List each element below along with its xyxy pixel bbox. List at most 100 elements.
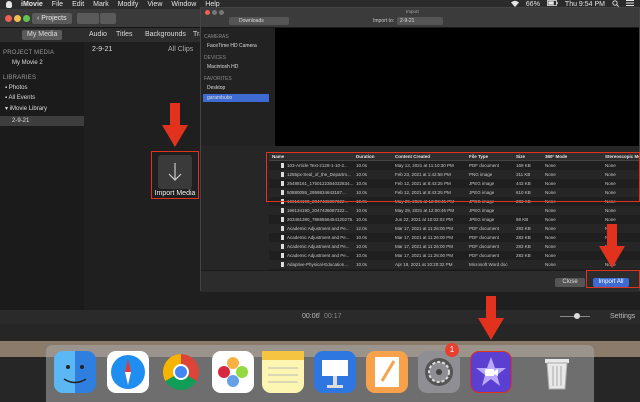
close-button[interactable]: Close <box>555 278 585 287</box>
sidebar-item-facetime-camera[interactable]: FaceTime HD Camera <box>207 43 275 49</box>
file-icon <box>281 262 284 267</box>
tab-backgrounds[interactable]: Backgrounds <box>140 30 191 40</box>
cell-file-type: PDF document <box>469 235 500 240</box>
total-time: 00:17 <box>324 313 342 320</box>
cell-mode-360: None <box>545 226 556 231</box>
selected-files-highlight <box>266 152 640 202</box>
trash-icon[interactable] <box>536 351 578 393</box>
notification-badge: 1 <box>445 343 459 357</box>
sidebar-item-all-events[interactable]: ▪ All Events <box>5 95 84 101</box>
minimize-window-icon[interactable] <box>14 15 21 22</box>
cameras-header: CAMERAS <box>204 34 229 40</box>
pages-icon[interactable] <box>366 351 408 393</box>
sidebar-item-event[interactable]: 2-9-21 <box>0 116 84 126</box>
menu-modify[interactable]: Modify <box>118 0 139 9</box>
import-to-dropdown[interactable]: 2-9-21 <box>397 17 443 25</box>
projects-button[interactable]: ‹ Projects <box>32 13 72 24</box>
sidebar-item-macintosh-hd[interactable]: Macintosh HD <box>207 64 275 70</box>
cell-mode-360: None <box>545 235 556 240</box>
cell-content-created: Jun 22, 2021 at 10:02:02 PM <box>395 217 453 222</box>
cell-duration: 10.0s <box>356 253 368 258</box>
cell-file-name: Adaptive-Physical-Education... <box>287 262 349 267</box>
cell-file-name: 166134190_2047436087322... <box>287 208 349 213</box>
imovie-icon[interactable] <box>470 351 512 393</box>
menu-mark[interactable]: Mark <box>93 0 109 9</box>
import-dialog: Import Downloads Import to: 2-9-21 CAMER… <box>200 7 640 292</box>
table-row[interactable]: 203491380_7869556454120275...64130113448… <box>269 215 640 224</box>
cell-file-name: Academic Adjustment and Pe... <box>287 253 350 258</box>
safari-icon[interactable] <box>107 351 149 393</box>
menu-view[interactable]: View <box>147 0 162 9</box>
import-media-highlight: Import Media <box>151 151 199 199</box>
file-icon <box>281 226 284 231</box>
cell-mode-360: None <box>545 262 556 267</box>
cell-size: 283 KB <box>516 235 531 240</box>
system-preferences-icon[interactable] <box>418 351 460 393</box>
sidebar-item-photos[interactable]: ▪ Photos <box>5 85 84 91</box>
cell-stereoscopic-mode: None <box>605 208 616 213</box>
project-media-header: PROJECT MEDIA <box>3 50 55 56</box>
cell-file-name: Academic Adjustment and Pe... <box>287 226 350 231</box>
keynote-icon[interactable] <box>314 351 356 393</box>
screen: iMovie File Edit Mark Modify View Window… <box>0 0 640 402</box>
favorites-header: FAVORITES <box>204 76 232 82</box>
table-row[interactable]: Academic Adjustment and Pe... 10.0s Mar 17… <box>269 251 640 260</box>
table-row[interactable]: Academic Adjustment and Pe... 10.0s Mar 17… <box>269 242 640 251</box>
import-dialog-titlebar: Import Downloads Import to: 2-9-21 <box>201 8 639 28</box>
sidebar-item-imovie-library[interactable]: ▾ iMovie Library <box>5 105 84 112</box>
tab-audio[interactable]: Audio <box>84 30 112 40</box>
timeline-toolbar: 00:06 / 00:17 Settings <box>0 310 640 324</box>
devices-header: DEVICES <box>204 55 226 61</box>
file-icon <box>281 208 284 213</box>
location-dropdown[interactable]: Downloads <box>229 17 289 25</box>
menu-file[interactable]: File <box>52 0 63 9</box>
menu-imovie[interactable]: iMovie <box>21 0 43 9</box>
cell-file-type: PDF document <box>469 226 500 231</box>
tab-my-media[interactable]: My Media <box>22 30 63 40</box>
cell-duration: 10.0s <box>356 262 368 267</box>
menu-window[interactable]: Window <box>171 0 196 9</box>
table-row[interactable]: Academic Adjustment and Pe... 12.0s Mar 17… <box>269 224 640 233</box>
menu-edit[interactable]: Edit <box>72 0 84 9</box>
cell-content-created: Mar 17, 2021 at 11:26:00 PM <box>395 226 453 231</box>
sidebar-item-desktop[interactable]: Desktop <box>207 85 275 91</box>
zoom-window-icon[interactable] <box>23 15 30 22</box>
notes-icon[interactable] <box>262 351 304 393</box>
chrome-icon[interactable] <box>160 351 202 393</box>
cell-content-created: Mar 17, 2021 at 11:26:00 PM <box>395 253 453 258</box>
current-time: 00:06 <box>302 313 320 320</box>
cell-file-type: JPEG image <box>469 208 495 213</box>
import-toolbar-button[interactable] <box>100 13 116 24</box>
dialog-minimize-icon[interactable] <box>212 10 217 15</box>
close-window-icon[interactable] <box>5 15 12 22</box>
table-row[interactable]: Academic Adjustment and Pe... 10.0s Mar 17… <box>269 233 640 242</box>
red-arrow-annotation <box>162 103 188 147</box>
photos-icon[interactable] <box>212 351 254 393</box>
import-media-button[interactable] <box>158 155 192 189</box>
finder-icon[interactable] <box>54 351 96 393</box>
table-row[interactable]: 166134190_2047436087322... 10.0s May 29, 2… <box>269 206 640 215</box>
dialog-title: Import <box>406 9 419 14</box>
dialog-zoom-icon[interactable] <box>219 10 224 15</box>
cell-size: 283 KB <box>516 226 531 231</box>
cell-file-type: JPEG image <box>469 217 495 222</box>
clip-filter[interactable]: All Clips <box>168 46 193 53</box>
file-icon <box>281 217 284 222</box>
file-icon <box>281 253 284 258</box>
cell-content-created: Mar 17, 2021 at 11:26:00 PM <box>395 244 453 249</box>
sidebar-item-home-folder[interactable]: garambubo <box>203 94 269 102</box>
dialog-close-icon[interactable] <box>205 10 210 15</box>
cell-duration: 12.0s <box>356 226 368 231</box>
zoom-slider-knob[interactable] <box>574 313 580 319</box>
event-title: 2-9-21 <box>92 46 113 53</box>
cell-mode-360: None <box>545 253 556 258</box>
layout-button[interactable] <box>77 13 99 24</box>
tab-titles[interactable]: Titles <box>111 30 137 40</box>
sidebar-item-my-movie[interactable]: My Movie 2 <box>12 60 84 66</box>
table-row[interactable]: Adaptive-Physical-Education... 10.0s Apr 1… <box>269 260 640 269</box>
settings-button[interactable]: Settings <box>610 313 635 320</box>
cell-file-type: PDF document <box>469 244 500 249</box>
apple-icon[interactable] <box>6 1 12 8</box>
dialog-footer: Close Import All <box>201 270 639 292</box>
import-all-highlight <box>586 270 640 288</box>
